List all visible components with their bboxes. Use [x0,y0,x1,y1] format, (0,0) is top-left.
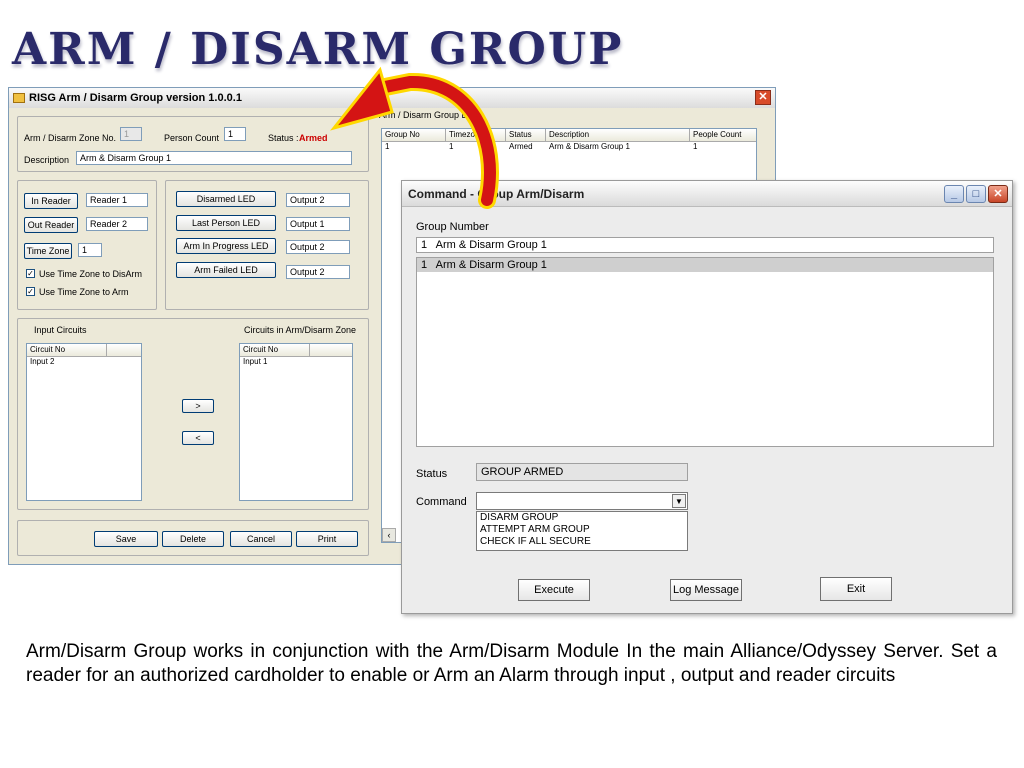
use-tz-disarm-checkbox[interactable]: ✓ [26,269,35,278]
button-bar: Save Delete Cancel Print [17,520,369,556]
delete-button[interactable]: Delete [162,531,224,547]
zone-no-field[interactable]: 1 [120,127,142,141]
col-timezone[interactable]: Timezone [446,129,506,141]
last-person-led-button[interactable]: Last Person LED [176,215,276,231]
use-tz-arm-label: Use Time Zone to Arm [39,287,129,297]
list-item[interactable]: Input 2 [27,357,141,366]
zone-group: Arm / Disarm Zone No. 1 Person Count 1 S… [17,116,369,172]
group-number-field[interactable]: 1 Arm & Disarm Group 1 [416,237,994,253]
table-row[interactable]: 1 1 Armed Arm & Disarm Group 1 1 [382,142,756,151]
input-circuits-list[interactable]: Circuit No Input 2 [26,343,142,501]
window-titlebar: RISG Arm / Disarm Group version 1.0.0.1 [9,88,775,108]
list-item[interactable]: Input 1 [240,357,352,366]
status-field: GROUP ARMED [476,463,688,481]
print-button[interactable]: Print [296,531,358,547]
group-listbox[interactable]: 1 Arm & Disarm Group 1 [416,257,994,447]
close-button[interactable]: ✕ [755,90,771,105]
command-window: Command - Group Arm/Disarm _ □ ✕ Group N… [401,180,1013,614]
move-right-button[interactable]: > [182,399,214,413]
status-label: Status [416,468,448,480]
col-group-no[interactable]: Group No [382,129,446,141]
status-label: Status : [268,133,299,143]
cancel-button[interactable]: Cancel [230,531,292,547]
out-reader-field[interactable]: Reader 2 [86,217,148,231]
zone-circuits-list[interactable]: Circuit No Input 1 [239,343,353,501]
led-group: Disarmed LED Output 2 Last Person LED Ou… [165,180,369,310]
maximize-button[interactable]: □ [966,185,986,203]
minimize-button[interactable]: _ [944,185,964,203]
command-label: Command [416,496,467,508]
command-select-value [477,495,485,511]
scroll-left-button[interactable]: ‹ [382,528,396,542]
reader-group: In Reader Reader 1 Out Reader Reader 2 T… [17,180,157,310]
window-title: RISG Arm / Disarm Group version 1.0.0.1 [29,92,242,104]
in-reader-button[interactable]: In Reader [24,193,78,209]
chevron-down-icon[interactable]: ▼ [672,494,686,508]
zone-no-label: Arm / Disarm Zone No. [24,133,117,143]
last-person-led-field[interactable]: Output 1 [286,217,350,231]
input-circuits-label: Input Circuits [34,325,87,335]
circuits-group: Input Circuits Circuits in Arm/Disarm Zo… [17,318,369,510]
zone-circuits-label: Circuits in Arm/Disarm Zone [244,325,357,335]
app-icon [13,93,25,103]
dropdown-option[interactable]: DISARM GROUP [477,512,687,524]
use-tz-disarm-label: Use Time Zone to DisArm [39,269,143,279]
slide-description: Arm/Disarm Group works in conjunction wi… [26,641,997,686]
exit-button[interactable]: Exit [820,577,892,601]
command-titlebar: Command - Group Arm/Disarm [402,181,1012,207]
disarmed-led-field[interactable]: Output 2 [286,193,350,207]
out-reader-button[interactable]: Out Reader [24,217,78,233]
execute-button[interactable]: Execute [518,579,590,601]
person-count-field[interactable]: 1 [224,127,246,141]
log-message-button[interactable]: Log Message [670,579,742,601]
close-button[interactable]: ✕ [988,185,1008,203]
circuit-no-header[interactable]: Circuit No [240,344,310,356]
dropdown-option[interactable]: CHECK IF ALL SECURE [477,536,687,548]
move-left-button[interactable]: < [182,431,214,445]
command-select[interactable]: ▼ [476,492,688,510]
group-list-label: Arm / Disarm Group List [377,110,478,120]
group-list-header: Group No Timezone Status Description Peo… [382,129,756,142]
description-label: Description [24,155,70,165]
circuit-no-header[interactable]: Circuit No [27,344,107,356]
command-dropdown: DISARM GROUP ATTEMPT ARM GROUP CHECK IF … [476,511,688,551]
group-number-label: Group Number [416,221,489,233]
arm-progress-led-field[interactable]: Output 2 [286,240,350,254]
save-button[interactable]: Save [94,531,158,547]
description-field[interactable]: Arm & Disarm Group 1 [76,151,352,165]
arm-failed-led-field[interactable]: Output 2 [286,265,350,279]
slide-title: ARM / DISARM GROUP [12,24,624,75]
col-people-count[interactable]: People Count [690,129,756,141]
arm-progress-led-button[interactable]: Arm In Progress LED [176,238,276,254]
time-zone-button[interactable]: Time Zone [24,243,72,259]
time-zone-field[interactable]: 1 [78,243,102,257]
dropdown-option[interactable]: ATTEMPT ARM GROUP [477,524,687,536]
list-item[interactable]: 1 Arm & Disarm Group 1 [417,258,993,272]
col-status[interactable]: Status [506,129,546,141]
arm-failed-led-button[interactable]: Arm Failed LED [176,262,276,278]
use-tz-arm-checkbox[interactable]: ✓ [26,287,35,296]
in-reader-field[interactable]: Reader 1 [86,193,148,207]
disarmed-led-button[interactable]: Disarmed LED [176,191,276,207]
person-count-label: Person Count [164,133,220,143]
command-title: Command - Group Arm/Disarm [408,186,585,201]
col-description[interactable]: Description [546,129,690,141]
status-value: Armed [299,133,328,143]
